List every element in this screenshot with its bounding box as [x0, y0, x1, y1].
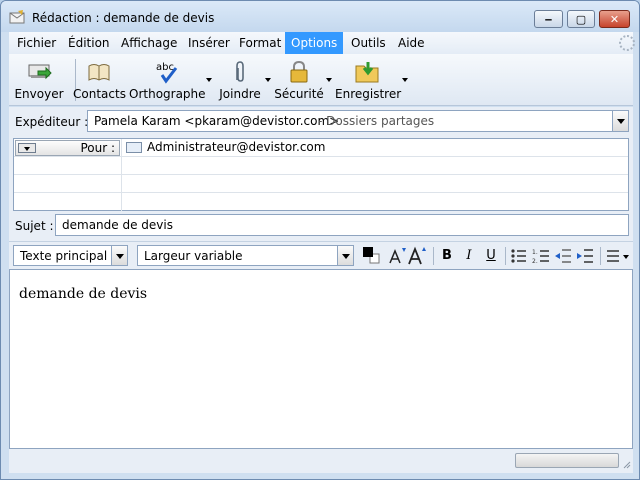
format-separator	[600, 247, 601, 265]
recipient-address[interactable]: Administrateur@devistor.com	[147, 140, 325, 154]
recipient-row-empty[interactable]	[14, 175, 628, 193]
menu-edition[interactable]: Édition	[62, 32, 116, 54]
window-title: Rédaction : demande de devis	[32, 11, 215, 25]
minimize-icon: ‒	[544, 12, 553, 26]
menu-inserer[interactable]: Insérer	[182, 32, 236, 54]
status-progress-bar	[515, 453, 619, 468]
recipient-type-dropdown-button[interactable]	[18, 143, 36, 153]
font-value: Largeur variable	[144, 249, 243, 263]
maximize-button[interactable]: ▢	[567, 10, 595, 28]
attach-label: Joindre	[219, 87, 261, 101]
menu-fichier[interactable]: Fichier	[11, 32, 62, 54]
italic-button[interactable]: I	[461, 245, 477, 267]
contact-card-icon	[126, 142, 142, 153]
close-button[interactable]: ✕	[599, 10, 630, 28]
compose-window: Rédaction : demande de devis ‒ ▢ ✕ Fichi…	[0, 0, 640, 480]
maximize-icon: ▢	[575, 12, 587, 26]
save-button[interactable]: Enregistrer	[335, 56, 402, 104]
menu-bar: Fichier Édition Affichage Insérer Format…	[9, 32, 635, 54]
subject-label: Sujet :	[15, 219, 54, 233]
attach-dropdown-icon[interactable]	[265, 78, 271, 82]
compose-app-icon	[9, 10, 25, 24]
numbered-list-icon[interactable]: 1. 2.	[532, 247, 550, 265]
subject-input[interactable]: demande de devis	[55, 214, 629, 236]
save-label: Enregistrer	[335, 87, 402, 101]
recipient-type-select[interactable]: Pour :	[15, 140, 120, 156]
send-icon	[28, 64, 52, 80]
status-bar	[9, 449, 633, 473]
menu-outils[interactable]: Outils	[345, 32, 392, 54]
close-icon: ✕	[609, 12, 620, 26]
menu-options[interactable]: Options	[285, 32, 344, 54]
attach-button[interactable]: Joindre	[215, 56, 265, 104]
activity-throbber-icon	[619, 35, 635, 51]
send-label: Envoyer	[14, 87, 64, 101]
chevron-down-icon	[617, 119, 625, 124]
sender-dropdown-button[interactable]	[612, 111, 628, 131]
message-header: Expéditeur : Pamela Karam <pkaram@devist…	[9, 107, 633, 241]
message-body-text: demande de devis	[19, 286, 148, 302]
minimize-button[interactable]: ‒	[534, 10, 563, 28]
spelling-dropdown-icon[interactable]	[206, 78, 212, 82]
contacts-label: Contacts	[73, 87, 126, 101]
contacts-button[interactable]: Contacts	[73, 56, 126, 104]
message-body-editor[interactable]: demande de devis	[9, 269, 633, 449]
svg-text:2.: 2.	[532, 258, 538, 265]
paperclip-icon	[236, 61, 244, 82]
recipient-row: Pour : Administrateur@devistor.com	[14, 139, 628, 157]
align-dropdown-icon[interactable]	[606, 247, 630, 265]
indent-icon[interactable]	[576, 247, 594, 265]
sender-folder: - Dossiers partages	[318, 114, 435, 128]
text-color-picker-icon[interactable]	[361, 245, 381, 267]
chevron-down-icon	[116, 254, 124, 259]
font-select[interactable]: Largeur variable	[137, 245, 354, 266]
paragraph-style-value: Texte principal	[20, 249, 108, 263]
recipient-type-label: Pour :	[80, 141, 115, 155]
font-dropdown-button[interactable]	[337, 246, 353, 265]
outdent-icon[interactable]	[554, 247, 572, 265]
sender-select[interactable]: Pamela Karam <pkaram@devistor.com> - Dos…	[87, 110, 629, 132]
svg-text:1.: 1.	[532, 249, 538, 256]
recipient-list: Pour : Administrateur@devistor.com	[13, 138, 629, 211]
format-separator	[433, 247, 434, 265]
subject-value: demande de devis	[62, 218, 173, 232]
recipient-row-empty[interactable]	[14, 157, 628, 175]
send-button[interactable]: Envoyer	[11, 56, 67, 104]
recipient-column-divider	[121, 139, 122, 211]
save-dropdown-icon[interactable]	[402, 78, 408, 82]
recipient-row-empty[interactable]	[14, 193, 628, 211]
spelling-label: Orthographe	[129, 87, 206, 101]
title-bar[interactable]: Rédaction : demande de devis ‒ ▢ ✕	[1, 1, 639, 32]
resize-grip-icon[interactable]	[621, 459, 631, 469]
font-size-decrease-icon[interactable]	[387, 246, 407, 266]
menu-affichage[interactable]: Affichage	[115, 32, 183, 54]
sender-label: Expéditeur :	[15, 115, 89, 129]
address-book-icon	[88, 64, 110, 81]
format-toolbar: Texte principal Largeur variable B I U 1…	[9, 241, 633, 269]
save-folder-icon	[355, 62, 379, 83]
security-label: Sécurité	[274, 87, 324, 101]
lock-icon	[290, 60, 308, 83]
format-separator	[505, 247, 506, 265]
font-size-increase-icon[interactable]	[407, 245, 427, 267]
bold-button[interactable]: B	[439, 245, 455, 267]
security-button[interactable]: Sécurité	[273, 56, 325, 104]
spellcheck-icon: abc	[156, 62, 178, 84]
chevron-down-icon	[24, 147, 30, 151]
paragraph-style-dropdown-button[interactable]	[111, 246, 127, 265]
security-dropdown-icon[interactable]	[326, 78, 332, 82]
menu-aide[interactable]: Aide	[392, 32, 431, 54]
main-toolbar: Envoyer Contacts abc Orthographe Joindre	[9, 54, 633, 106]
menu-format[interactable]: Format	[233, 32, 287, 54]
spelling-button[interactable]: abc Orthographe	[129, 56, 206, 104]
chevron-down-icon	[342, 254, 350, 259]
bulleted-list-icon[interactable]	[510, 247, 528, 265]
spellcheck-icon-text: abc	[156, 62, 174, 73]
underline-button[interactable]: U	[483, 245, 499, 267]
sender-value: Pamela Karam <pkaram@devistor.com>	[94, 114, 340, 128]
paragraph-style-select[interactable]: Texte principal	[13, 245, 128, 266]
